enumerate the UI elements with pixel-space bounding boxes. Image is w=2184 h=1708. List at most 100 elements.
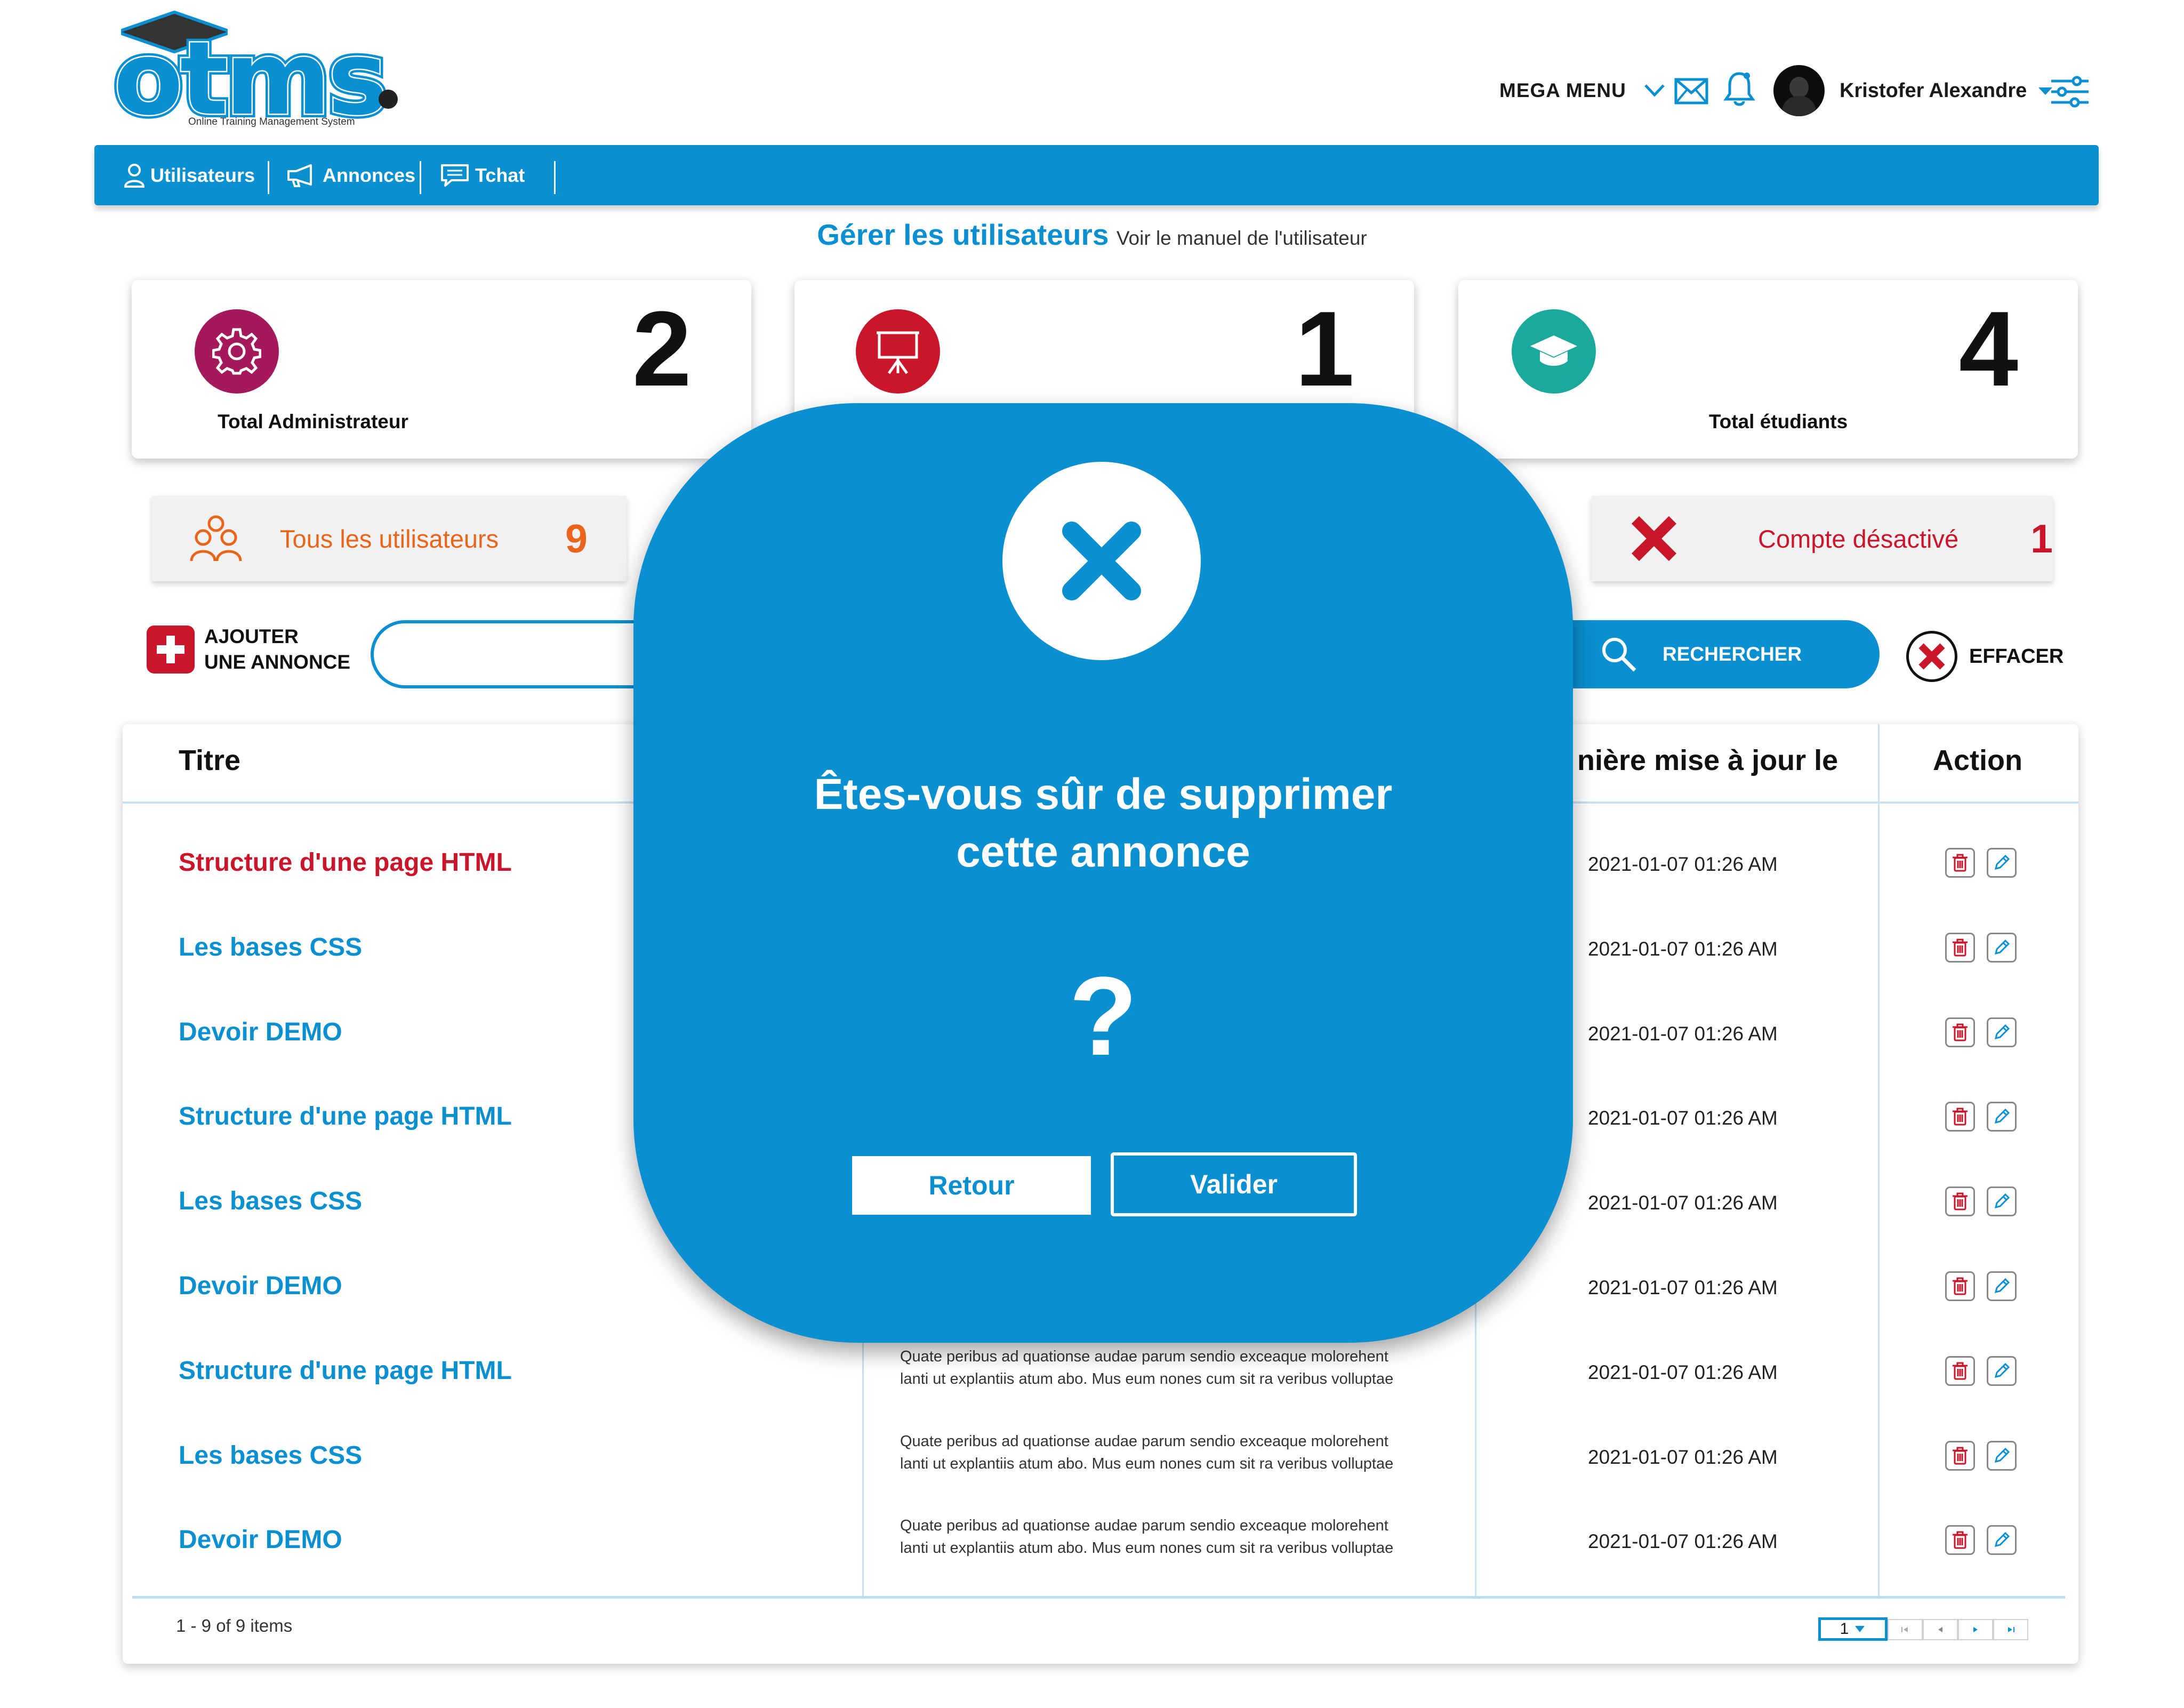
back-button[interactable]: Retour — [852, 1156, 1091, 1215]
filter-label: Tous les utilisateurs — [280, 524, 499, 553]
edit-button[interactable] — [1987, 1271, 2017, 1301]
chevron-down-icon[interactable] — [1641, 80, 1668, 101]
delete-button[interactable] — [1945, 1525, 1975, 1555]
stat-value: 2 — [632, 290, 692, 408]
pencil-icon — [1994, 1362, 2010, 1378]
trash-icon — [1953, 854, 1968, 872]
footer-divider — [132, 1596, 2065, 1599]
row-title[interactable]: Devoir DEMO — [179, 1525, 342, 1554]
close-icon — [1906, 631, 1957, 682]
previous-page-button[interactable] — [1923, 1619, 1958, 1640]
row-date: 2021-01-07 01:26 AM — [1588, 853, 1778, 875]
pencil-icon — [1994, 854, 2010, 870]
add-announcement-label: AJOUTER UNE ANNONCE — [204, 626, 351, 673]
pencil-icon — [1994, 1024, 2010, 1040]
column-header-updated[interactable]: nière mise à jour le — [1577, 744, 1838, 777]
main-navbar: Utilisateurs Annonces Tchat — [94, 145, 2099, 205]
stat-card-admins: 2 Total Administrateur — [132, 280, 751, 459]
last-page-button[interactable] — [1993, 1619, 2028, 1640]
filter-all-users[interactable]: Tous les utilisateurs 9 — [152, 496, 627, 581]
stat-label: Total Administrateur — [218, 411, 408, 432]
trash-icon — [1953, 1108, 1968, 1126]
confirm-button[interactable]: Valider — [1111, 1152, 1357, 1216]
clear-button[interactable]: EFFACER — [1906, 631, 2063, 682]
row-date: 2021-01-07 01:26 AM — [1588, 1277, 1778, 1298]
user-manual-link[interactable]: Voir le manuel de l'utilisateur — [1117, 227, 1367, 249]
delete-button[interactable] — [1945, 1017, 1975, 1047]
row-date: 2021-01-07 01:26 AM — [1588, 1361, 1778, 1383]
avatar[interactable] — [1773, 65, 1825, 116]
nav-divider — [554, 161, 556, 194]
settings-sliders-icon[interactable] — [2050, 76, 2090, 108]
edit-button[interactable] — [1987, 1186, 2017, 1216]
edit-button[interactable] — [1987, 933, 2017, 963]
user-icon — [124, 163, 145, 188]
next-page-button[interactable] — [1958, 1619, 1993, 1640]
search-button[interactable]: RECHERCHER — [1573, 620, 1880, 688]
mail-icon[interactable] — [1674, 78, 1708, 105]
row-title[interactable]: Devoir DEMO — [179, 1271, 342, 1301]
row-title[interactable]: Devoir DEMO — [179, 1017, 342, 1047]
row-date: 2021-01-07 01:26 AM — [1588, 938, 1778, 960]
row-title[interactable]: Structure d'une page HTML — [179, 1356, 512, 1385]
first-page-button[interactable] — [1888, 1619, 1923, 1640]
nav-item-tchat[interactable]: Tchat — [440, 145, 525, 205]
last-page-icon — [2008, 1627, 2014, 1632]
mega-menu-label[interactable]: MEGA MENU — [1499, 79, 1626, 102]
nav-item-annonces[interactable]: Annonces — [286, 145, 415, 205]
delete-button[interactable] — [1945, 1441, 1975, 1471]
megaphone-icon — [287, 164, 312, 187]
nav-item-utilisateurs[interactable]: Utilisateurs — [124, 145, 255, 205]
row-title[interactable]: Les bases CSS — [179, 933, 362, 962]
edit-button[interactable] — [1987, 1441, 2017, 1471]
nav-item-label: Annonces — [323, 164, 416, 186]
pencil-icon — [1994, 1531, 2010, 1547]
edit-button[interactable] — [1987, 848, 2017, 878]
row-date: 2021-01-07 01:26 AM — [1588, 1446, 1778, 1468]
plus-icon — [147, 626, 195, 673]
row-title[interactable]: Les bases CSS — [179, 1186, 362, 1216]
pencil-icon — [1994, 1108, 2010, 1124]
filter-disabled-accounts[interactable]: Compte désactivé 1 — [1592, 496, 2053, 581]
modal-message-line2: cette annonce — [956, 828, 1250, 876]
mega-menu[interactable]: MEGA MENU — [1499, 61, 1668, 120]
trash-icon — [1953, 1192, 1968, 1210]
add-announcement-button[interactable]: AJOUTER UNE ANNONCE — [147, 624, 350, 675]
page-heading: Gérer les utilisateurs Voir le manuel de… — [0, 218, 2184, 252]
row-title[interactable]: Les bases CSS — [179, 1441, 362, 1470]
page-title: Gérer les utilisateurs — [817, 218, 1109, 251]
edit-button[interactable] — [1987, 1102, 2017, 1132]
trash-icon — [1953, 1362, 1968, 1380]
page-select-value: 1 — [1840, 1620, 1849, 1638]
delete-button[interactable] — [1945, 848, 1975, 878]
chat-icon — [441, 164, 469, 187]
edit-button[interactable] — [1987, 1017, 2017, 1047]
user-name[interactable]: Kristofer Alexandre — [1840, 79, 2027, 102]
question-mark-icon: ? — [1069, 953, 1138, 1079]
modal-message-line1: Êtes-vous sûr de supprimer — [814, 770, 1393, 819]
delete-button[interactable] — [1945, 1271, 1975, 1301]
bell-icon[interactable] — [1723, 69, 1755, 108]
trash-icon — [1953, 1531, 1968, 1549]
otms-logo[interactable]: otms otms otms Online Training Managemen… — [109, 10, 408, 138]
delete-button[interactable] — [1945, 1356, 1975, 1386]
page-select[interactable]: 1 — [1818, 1617, 1888, 1641]
delete-button[interactable] — [1945, 933, 1975, 963]
delete-button[interactable] — [1945, 1186, 1975, 1216]
edit-button[interactable] — [1987, 1356, 2017, 1386]
logo-dot — [379, 90, 398, 109]
logo-wordmark: otms — [114, 20, 388, 138]
row-date: 2021-01-07 01:26 AM — [1588, 1192, 1778, 1214]
row-title[interactable]: Structure d'une page HTML — [179, 1102, 512, 1131]
stat-card-students: 4 Total étudiants — [1458, 280, 2078, 459]
column-header-title[interactable]: Titre — [179, 744, 240, 777]
trash-icon — [1953, 1447, 1968, 1465]
trash-icon — [1953, 939, 1968, 957]
delete-button[interactable] — [1945, 1102, 1975, 1132]
stat-value: 1 — [1295, 290, 1354, 408]
stat-label: Total étudiants — [1708, 411, 1848, 432]
user-menu[interactable]: Kristofer Alexandre — [1840, 61, 2054, 120]
nav-item-label: Tchat — [475, 164, 525, 186]
edit-button[interactable] — [1987, 1525, 2017, 1555]
row-title[interactable]: Structure d'une page HTML — [179, 848, 512, 877]
